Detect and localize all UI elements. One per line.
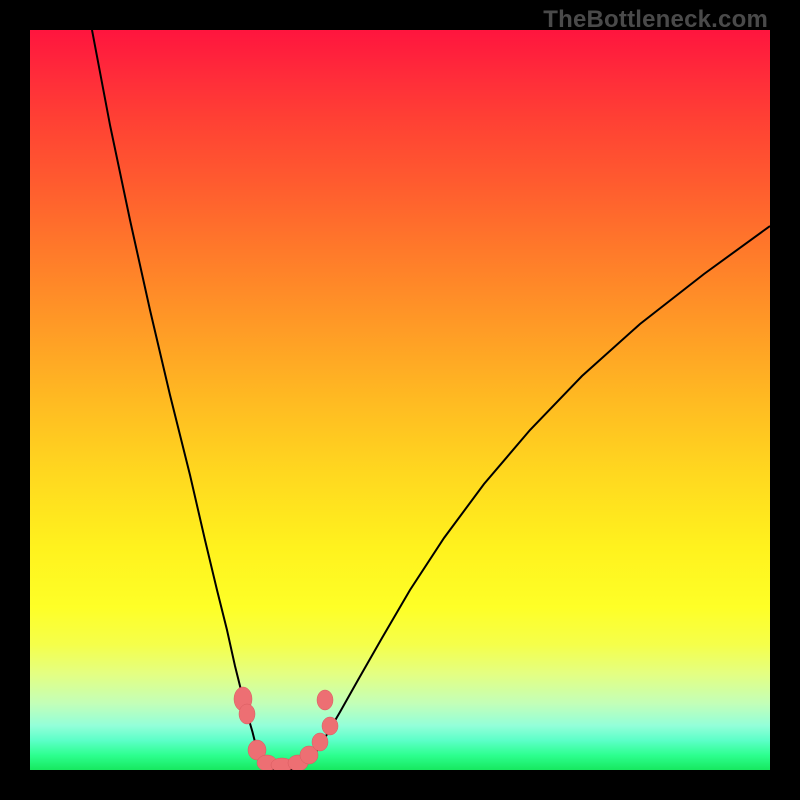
plot-area [30,30,770,770]
watermark-text: TheBottleneck.com [543,6,768,34]
curve-marker-8 [322,717,338,735]
markers-group [234,687,338,770]
curve-layer [30,30,770,770]
curve-marker-9 [317,690,333,710]
bottleneck-curve [92,30,770,770]
curve-marker-1 [239,704,255,724]
curve-marker-7 [312,733,328,751]
chart-frame: TheBottleneck.com [0,0,800,800]
